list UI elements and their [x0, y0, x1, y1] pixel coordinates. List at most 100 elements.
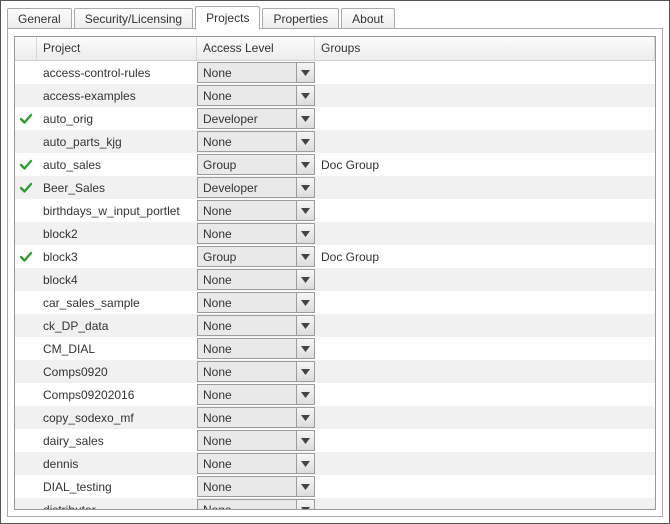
chevron-down-icon[interactable]	[296, 224, 314, 243]
table-row[interactable]: dennisNone	[15, 452, 655, 475]
access-level-cell: Group	[197, 153, 315, 176]
tab-about[interactable]: About	[341, 8, 394, 30]
col-header-label: Groups	[321, 41, 360, 55]
access-level-dropdown[interactable]: None	[197, 315, 315, 336]
chevron-down-icon[interactable]	[296, 63, 314, 82]
access-level-dropdown[interactable]: None	[197, 430, 315, 451]
col-header-access[interactable]: Access Level	[197, 37, 315, 60]
access-level-cell: None	[197, 337, 315, 360]
table-row[interactable]: access-control-rulesNone	[15, 61, 655, 84]
access-level-cell: None	[197, 291, 315, 314]
row-status-icon	[15, 130, 37, 153]
project-name: CM_DIAL	[37, 337, 197, 360]
chevron-down-icon[interactable]	[296, 454, 314, 473]
access-level-dropdown[interactable]: None	[197, 131, 315, 152]
chevron-down-icon[interactable]	[296, 362, 314, 381]
chevron-down-icon[interactable]	[296, 316, 314, 335]
projects-grid: Project Access Level Groups access-contr…	[14, 36, 656, 510]
access-level-dropdown[interactable]: None	[197, 338, 315, 359]
access-level-dropdown[interactable]: None	[197, 407, 315, 428]
table-row[interactable]: block3GroupDoc Group	[15, 245, 655, 268]
access-level-dropdown[interactable]: Developer	[197, 177, 315, 198]
access-level-dropdown[interactable]: None	[197, 200, 315, 221]
access-level-dropdown[interactable]: Developer	[197, 108, 315, 129]
access-level-dropdown[interactable]: None	[197, 499, 315, 509]
chevron-down-icon[interactable]	[296, 431, 314, 450]
chevron-down-icon[interactable]	[296, 155, 314, 174]
chevron-down-icon[interactable]	[296, 293, 314, 312]
access-level-dropdown[interactable]: None	[197, 476, 315, 497]
tab-security[interactable]: Security/Licensing	[74, 8, 193, 30]
chevron-down-icon[interactable]	[296, 86, 314, 105]
access-level-cell: None	[197, 360, 315, 383]
access-level-cell: None	[197, 268, 315, 291]
chevron-down-icon[interactable]	[296, 109, 314, 128]
access-level-dropdown[interactable]: None	[197, 292, 315, 313]
groups-value	[315, 360, 655, 383]
row-status-icon	[15, 475, 37, 498]
table-row[interactable]: auto_parts_kjgNone	[15, 130, 655, 153]
table-row[interactable]: block4None	[15, 268, 655, 291]
access-level-dropdown[interactable]: None	[197, 361, 315, 382]
groups-value: Doc Group	[315, 153, 655, 176]
chevron-down-icon[interactable]	[296, 500, 314, 509]
table-row[interactable]: distributorNone	[15, 498, 655, 509]
check-icon	[19, 112, 33, 126]
col-header-project[interactable]: Project	[37, 37, 197, 60]
access-level-dropdown[interactable]: Group	[197, 246, 315, 267]
chevron-down-icon[interactable]	[296, 477, 314, 496]
chevron-down-icon[interactable]	[296, 132, 314, 151]
tab-general[interactable]: General	[7, 8, 72, 30]
access-level-dropdown[interactable]: None	[197, 62, 315, 83]
access-level-cell: None	[197, 222, 315, 245]
tab-label: Security/Licensing	[85, 12, 182, 26]
table-row[interactable]: dairy_salesNone	[15, 429, 655, 452]
project-name: ck_DP_data	[37, 314, 197, 337]
table-row[interactable]: block2None	[15, 222, 655, 245]
tab-projects[interactable]: Projects	[195, 6, 260, 30]
access-level-value: Developer	[198, 178, 296, 197]
table-row[interactable]: ck_DP_dataNone	[15, 314, 655, 337]
access-level-dropdown[interactable]: None	[197, 85, 315, 106]
chevron-down-icon[interactable]	[296, 385, 314, 404]
chevron-down-icon[interactable]	[296, 178, 314, 197]
chevron-down-icon[interactable]	[296, 408, 314, 427]
chevron-down-icon[interactable]	[296, 339, 314, 358]
access-level-dropdown[interactable]: Group	[197, 154, 315, 175]
access-level-value: None	[198, 316, 296, 335]
chevron-down-icon[interactable]	[296, 270, 314, 289]
chevron-down-icon[interactable]	[296, 201, 314, 220]
grid-body[interactable]: access-control-rulesNoneaccess-examplesN…	[15, 61, 655, 509]
grid-header: Project Access Level Groups	[15, 37, 655, 61]
row-status-icon	[15, 245, 37, 268]
row-status-icon	[15, 199, 37, 222]
chevron-down-icon[interactable]	[296, 247, 314, 266]
table-row[interactable]: auto_origDeveloper	[15, 107, 655, 130]
row-status-icon	[15, 383, 37, 406]
tab-properties[interactable]: Properties	[262, 8, 339, 30]
project-name: auto_sales	[37, 153, 197, 176]
groups-value	[315, 314, 655, 337]
project-name: dennis	[37, 452, 197, 475]
access-level-dropdown[interactable]: None	[197, 384, 315, 405]
table-row[interactable]: copy_sodexo_mfNone	[15, 406, 655, 429]
table-row[interactable]: Comps09202016None	[15, 383, 655, 406]
access-level-dropdown[interactable]: None	[197, 269, 315, 290]
table-row[interactable]: DIAL_testingNone	[15, 475, 655, 498]
table-row[interactable]: birthdays_w_input_portletNone	[15, 199, 655, 222]
table-row[interactable]: car_sales_sampleNone	[15, 291, 655, 314]
access-level-dropdown[interactable]: None	[197, 223, 315, 244]
col-header-groups[interactable]: Groups	[315, 37, 655, 60]
table-row[interactable]: auto_salesGroupDoc Group	[15, 153, 655, 176]
col-header-icon[interactable]	[15, 37, 37, 60]
groups-value	[315, 107, 655, 130]
table-row[interactable]: Comps0920None	[15, 360, 655, 383]
access-level-cell: None	[197, 84, 315, 107]
table-row[interactable]: CM_DIALNone	[15, 337, 655, 360]
tab-label: Properties	[273, 12, 328, 26]
access-level-dropdown[interactable]: None	[197, 453, 315, 474]
table-row[interactable]: access-examplesNone	[15, 84, 655, 107]
groups-value	[315, 176, 655, 199]
table-row[interactable]: Beer_SalesDeveloper	[15, 176, 655, 199]
row-status-icon	[15, 406, 37, 429]
